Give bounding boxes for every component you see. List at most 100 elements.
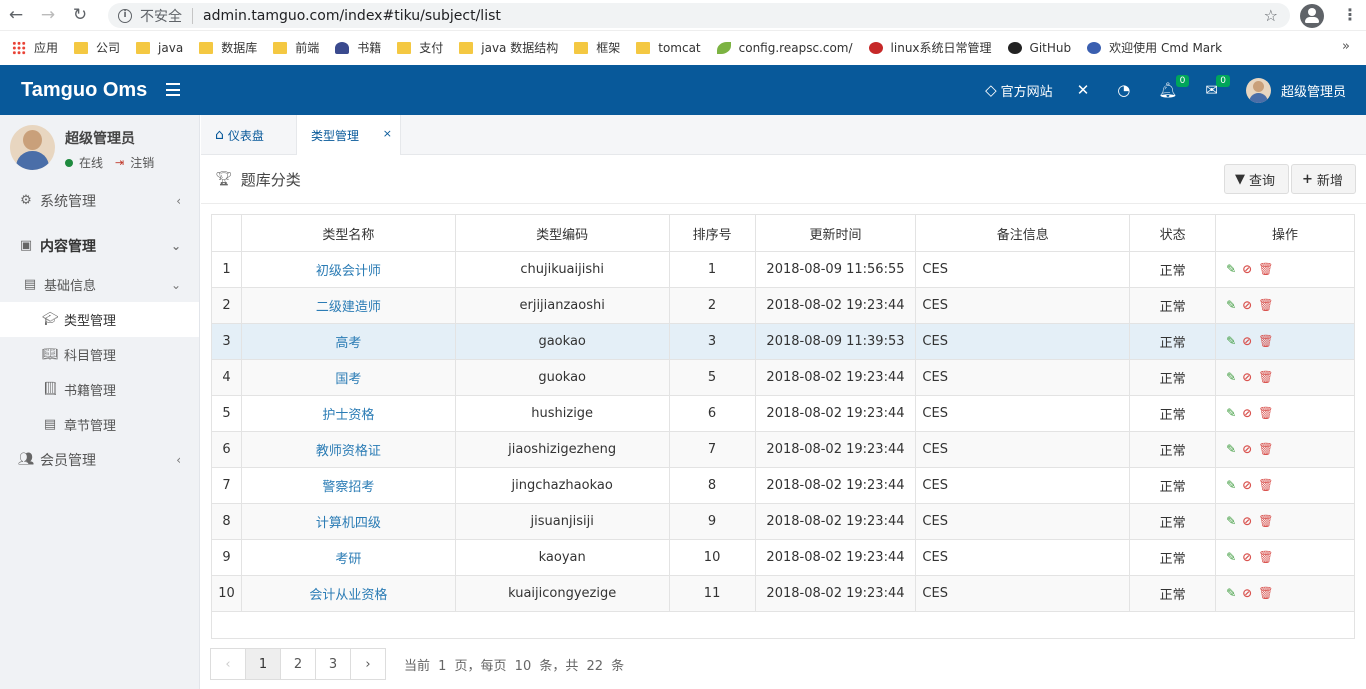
official-site-link[interactable]: ◇ 官方网站: [973, 65, 1065, 115]
bookmark-linux[interactable]: linux系统日常管理: [868, 39, 992, 56]
bookmark-cmd[interactable]: 欢迎使用 Cmd Mark: [1087, 39, 1222, 56]
bookmark-books[interactable]: 书籍: [335, 39, 381, 56]
ban-icon[interactable]: ⊘: [1242, 514, 1252, 528]
pencil-icon[interactable]: ✎: [1226, 298, 1236, 312]
page-button[interactable]: 1: [245, 648, 281, 680]
page-button[interactable]: 2: [280, 648, 316, 680]
trash-icon[interactable]: 🗑︎: [1258, 334, 1273, 348]
pencil-icon[interactable]: ✎: [1226, 406, 1236, 420]
bookmark-folder[interactable]: java: [136, 41, 183, 55]
trash-icon[interactable]: 🗑︎: [1258, 514, 1273, 528]
table-row[interactable]: 5 护士资格 hushizige 6 2018-08-02 19:23:44 CES 正常 ✎…: [211, 395, 1355, 432]
trash-icon[interactable]: 🗑︎: [1258, 478, 1273, 492]
sidebar-item-subject[interactable]: 📖︎ 科目管理: [0, 337, 199, 372]
dashboard-icon[interactable]: ◔: [1105, 65, 1146, 115]
bookmark-github[interactable]: GitHub: [1007, 41, 1071, 55]
star-icon[interactable]: ☆: [1264, 6, 1278, 25]
page-button[interactable]: 3: [315, 648, 351, 680]
sidebar-item-book[interactable]: 📕︎ 书籍管理: [0, 372, 199, 407]
pencil-icon[interactable]: ✎: [1226, 442, 1236, 456]
ban-icon[interactable]: ⊘: [1242, 442, 1252, 456]
table-row[interactable]: 8 计算机四级 jisuanjisiji 9 2018-08-02 19:23:44 CE…: [211, 503, 1355, 540]
close-icon[interactable]: ×: [383, 127, 392, 140]
trash-icon[interactable]: 🗑︎: [1258, 262, 1273, 276]
fullscreen-icon[interactable]: ✕: [1065, 65, 1106, 115]
profile-icon[interactable]: [1300, 4, 1324, 28]
pencil-icon[interactable]: ✎: [1226, 262, 1236, 276]
prev-page-button[interactable]: ‹: [210, 648, 246, 680]
hamburger-icon[interactable]: [166, 83, 180, 97]
type-name-link[interactable]: 警察招考: [322, 480, 374, 495]
ban-icon[interactable]: ⊘: [1242, 298, 1252, 312]
bookmark-apps[interactable]: 应用: [12, 39, 58, 56]
user-menu[interactable]: 超级管理员: [1234, 65, 1366, 115]
sidebar-item-content[interactable]: ▣ 内容管理 ⌄: [0, 228, 199, 263]
url-text[interactable]: admin.tamguo.com/index#tiku/subject/list: [203, 8, 501, 24]
pencil-icon[interactable]: ✎: [1226, 370, 1236, 384]
pencil-icon[interactable]: ✎: [1226, 514, 1236, 528]
bookmark-config[interactable]: config.reapsc.com/: [716, 41, 853, 55]
notifications-button[interactable]: 🔔︎ 0: [1146, 65, 1193, 115]
messages-button[interactable]: ✉ 0: [1193, 65, 1234, 115]
column-header[interactable]: 排序号: [668, 214, 756, 252]
ban-icon[interactable]: ⊘: [1242, 406, 1252, 420]
trash-icon[interactable]: 🗑︎: [1258, 550, 1273, 564]
ban-icon[interactable]: ⊘: [1242, 262, 1252, 276]
trash-icon[interactable]: 🗑︎: [1258, 406, 1273, 420]
trash-icon[interactable]: 🗑︎: [1258, 298, 1273, 312]
sidebar-item-member[interactable]: 👥︎ 会员管理 ‹: [0, 442, 199, 477]
ban-icon[interactable]: ⊘: [1242, 334, 1252, 348]
bookmark-folder[interactable]: 前端: [273, 39, 319, 56]
sidebar-item-type[interactable]: 🎓︎ 类型管理: [0, 302, 199, 337]
type-name-link[interactable]: 初级会计师: [316, 264, 381, 279]
table-row[interactable]: 3 高考 gaokao 3 2018-08-09 11:39:53 CES 正常 ✎ ⊘ 🗑︎: [211, 323, 1355, 360]
type-name-link[interactable]: 教师资格证: [316, 444, 381, 459]
sidebar-item-system[interactable]: ⚙ 系统管理 ‹: [0, 183, 199, 218]
bookmark-folder[interactable]: 支付: [397, 39, 443, 56]
type-name-link[interactable]: 护士资格: [322, 408, 374, 423]
tab-type-management[interactable]: 类型管理 ×: [297, 115, 401, 155]
bookmark-folder[interactable]: tomcat: [636, 41, 701, 55]
type-name-link[interactable]: 国考: [335, 372, 361, 387]
column-header[interactable]: 类型名称: [240, 214, 456, 252]
forward-icon[interactable]: →: [32, 0, 64, 31]
column-header[interactable]: 备注信息: [915, 214, 1131, 252]
pencil-icon[interactable]: ✎: [1226, 586, 1236, 600]
type-name-link[interactable]: 二级建造师: [316, 300, 381, 315]
back-icon[interactable]: ←: [0, 0, 32, 31]
pencil-icon[interactable]: ✎: [1226, 478, 1236, 492]
table-row[interactable]: 10 会计从业资格 kuaijicongyezige 11 2018-08-02 19:…: [211, 575, 1355, 612]
table-row[interactable]: 6 教师资格证 jiaoshizigezheng 7 2018-08-02 19:23:…: [211, 431, 1355, 468]
sidebar-item-basic[interactable]: ▤ 基础信息 ⌄: [0, 267, 199, 302]
ban-icon[interactable]: ⊘: [1242, 478, 1252, 492]
info-icon[interactable]: i: [118, 8, 132, 23]
ban-icon[interactable]: ⊘: [1242, 550, 1252, 564]
table-row[interactable]: 1 初级会计师 chujikuaijishi 1 2018-08-09 11:56:55…: [211, 251, 1355, 288]
column-header[interactable]: 更新时间: [754, 214, 917, 252]
table-row[interactable]: 2 二级建造师 erjijianzaoshi 2 2018-08-02 19:23:44…: [211, 287, 1355, 324]
column-header[interactable]: 类型编码: [454, 214, 670, 252]
url-bar[interactable]: i 不安全 admin.tamguo.com/index#tiku/subjec…: [108, 3, 1290, 28]
reload-icon[interactable]: ↻: [64, 0, 96, 31]
bookmark-folder[interactable]: 框架: [574, 39, 620, 56]
type-name-link[interactable]: 高考: [335, 336, 361, 351]
next-page-button[interactable]: ›: [350, 648, 386, 680]
pencil-icon[interactable]: ✎: [1226, 334, 1236, 348]
type-name-link[interactable]: 计算机四级: [316, 516, 381, 531]
column-header[interactable]: 状态: [1129, 214, 1217, 252]
bookmark-folder[interactable]: java 数据结构: [459, 39, 558, 56]
ban-icon[interactable]: ⊘: [1242, 586, 1252, 600]
trash-icon[interactable]: 🗑︎: [1258, 370, 1273, 384]
tab-dashboard[interactable]: ⌂ 仪表盘: [201, 115, 297, 155]
bookmark-folder[interactable]: 公司: [74, 39, 120, 56]
pencil-icon[interactable]: ✎: [1226, 550, 1236, 564]
add-button[interactable]: + 新增: [1291, 164, 1356, 194]
type-name-link[interactable]: 会计从业资格: [309, 588, 387, 603]
bookmark-folder[interactable]: 数据库: [199, 39, 257, 56]
query-button[interactable]: ▼ 查询: [1224, 164, 1289, 194]
trash-icon[interactable]: 🗑︎: [1258, 586, 1273, 600]
sidebar-item-chapter[interactable]: ▤ 章节管理: [0, 407, 199, 442]
chevron-double-right-icon[interactable]: »: [1342, 39, 1350, 54]
logout-link[interactable]: 注销: [130, 154, 154, 171]
table-row[interactable]: 9 考研 kaoyan 10 2018-08-02 19:23:44 CES 正常 ✎ ⊘ 🗑︎: [211, 539, 1355, 576]
